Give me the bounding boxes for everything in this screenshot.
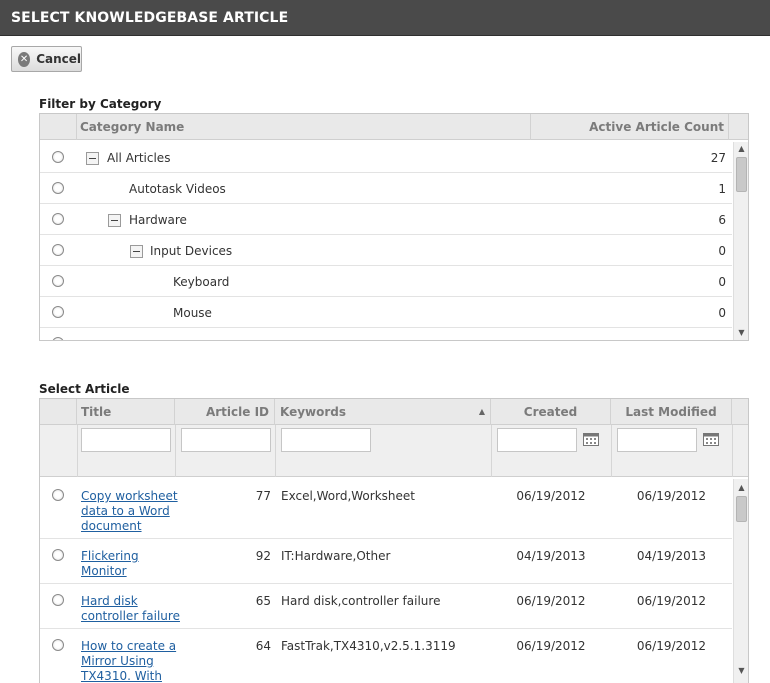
header-article-id[interactable]: Article ID <box>175 399 275 425</box>
article-row[interactable]: Flickering Monitor 92 IT:Hardware,Other 0… <box>40 539 732 584</box>
scroll-thumb[interactable] <box>736 157 747 192</box>
article-id: 77 <box>255 489 271 503</box>
article-grid-header: Title Article ID Keywords ▲ Created Last… <box>40 399 748 425</box>
cancel-button[interactable]: ✕ Cancel <box>11 46 82 72</box>
category-row[interactable]: Mouse 0 <box>40 297 732 328</box>
article-modified: 06/19/2012 <box>636 489 707 503</box>
article-row[interactable]: How to create a Mirror Using TX4310. With … <box>40 629 732 683</box>
article-created: 06/19/2012 <box>516 489 586 503</box>
category-row[interactable]: Hardware 6 <box>40 204 732 235</box>
category-row[interactable]: Keyboard 0 <box>40 266 732 297</box>
title-filter-input[interactable] <box>81 428 171 452</box>
collapse-icon[interactable] <box>108 214 121 227</box>
category-count: 27 <box>710 151 726 165</box>
header-title[interactable]: Title <box>77 399 175 425</box>
category-scrollbar[interactable]: ▲ ▼ <box>733 142 748 340</box>
article-radio[interactable] <box>52 489 64 501</box>
header-article-count[interactable]: Active Article Count <box>531 114 729 140</box>
article-id: 65 <box>255 594 271 608</box>
article-id-filter-input[interactable] <box>181 428 271 452</box>
article-keywords: Excel,Word,Worksheet <box>281 489 415 503</box>
header-select-column <box>40 399 77 425</box>
category-name: All Articles <box>107 151 171 165</box>
article-created: 06/19/2012 <box>516 639 586 653</box>
article-keywords: Hard disk,controller failure <box>281 594 441 608</box>
category-count: 0 <box>718 275 726 289</box>
category-name: Keyboard <box>173 275 230 289</box>
article-grid: Title Article ID Keywords ▲ Created Last… <box>39 398 749 683</box>
collapse-icon[interactable] <box>86 152 99 165</box>
header-select-column <box>40 114 77 140</box>
category-grid-header: Category Name Active Article Count <box>40 114 748 140</box>
header-last-modified[interactable]: Last Modified <box>611 399 732 425</box>
modified-calendar-icon[interactable] <box>703 432 719 446</box>
category-row[interactable]: Autotask Videos 1 <box>40 173 732 204</box>
created-calendar-icon[interactable] <box>583 432 599 446</box>
scroll-thumb[interactable] <box>736 496 747 522</box>
category-count: 0 <box>718 306 726 320</box>
article-keywords: IT:Hardware,Other <box>281 549 391 563</box>
category-row[interactable]: All Articles 27 <box>40 142 732 173</box>
category-section-label: Filter by Category <box>39 97 162 111</box>
article-radio[interactable] <box>52 639 64 651</box>
category-radio[interactable] <box>52 151 64 163</box>
category-radio[interactable] <box>52 275 64 287</box>
category-count: 1 <box>718 182 726 196</box>
category-name: Input Devices <box>150 244 233 258</box>
category-name: Hardware <box>129 213 187 227</box>
article-title[interactable]: Flickering Monitor <box>81 549 139 579</box>
category-radio[interactable] <box>52 306 64 318</box>
created-filter-input[interactable] <box>497 428 577 452</box>
category-grid: Category Name Active Article Count All A… <box>39 113 749 341</box>
article-title[interactable]: Copy worksheet data to a Word document <box>81 489 178 534</box>
article-section-label: Select Article <box>39 382 130 396</box>
category-radio[interactable] <box>52 244 64 256</box>
article-created: 04/19/2013 <box>516 549 586 563</box>
article-title-link[interactable]: Flickering Monitor <box>81 549 139 578</box>
article-id: 64 <box>255 639 271 653</box>
header-category-name[interactable]: Category Name <box>77 114 531 140</box>
article-id: 92 <box>255 549 271 563</box>
dialog-title: SELECT KNOWLEDGEBASE ARTICLE <box>11 10 289 26</box>
category-count: 0 <box>718 244 726 258</box>
header-created[interactable]: Created <box>491 399 611 425</box>
category-radio[interactable] <box>52 337 64 340</box>
sort-ascending-icon: ▲ <box>478 407 485 416</box>
article-radio[interactable] <box>52 594 64 606</box>
article-title-link[interactable]: Copy worksheet data to a Word document <box>81 489 178 533</box>
category-name: Mouse <box>173 306 212 320</box>
article-modified: 04/19/2013 <box>636 549 707 563</box>
article-row[interactable]: Hard disk controller failure 65 Hard disk… <box>40 584 732 629</box>
article-scrollbar[interactable]: ▲ ▼ <box>733 479 748 683</box>
article-title[interactable]: Hard disk controller failure <box>81 594 180 624</box>
category-radio[interactable] <box>52 213 64 225</box>
collapse-icon[interactable] <box>130 245 143 258</box>
keywords-filter-input[interactable] <box>281 428 371 452</box>
dialog-titlebar: SELECT KNOWLEDGEBASE ARTICLE <box>0 0 770 36</box>
article-created: 06/19/2012 <box>516 594 586 608</box>
article-filter-row <box>40 425 748 477</box>
article-row[interactable]: Copy worksheet data to a Word document 77 … <box>40 479 732 539</box>
article-title-link[interactable]: How to create a Mirror Using TX4310. With <box>81 639 176 683</box>
modified-filter-input[interactable] <box>617 428 697 452</box>
category-count: 6 <box>718 213 726 227</box>
article-title[interactable]: How to create a Mirror Using TX4310. With <box>81 639 176 683</box>
category-row-partial[interactable] <box>40 328 732 340</box>
category-row[interactable]: Input Devices 0 <box>40 235 732 266</box>
header-keywords[interactable]: Keywords ▲ <box>275 399 491 425</box>
category-name: Autotask Videos <box>129 182 226 196</box>
article-radio[interactable] <box>52 549 64 561</box>
scroll-down-icon[interactable]: ▼ <box>734 665 748 677</box>
scroll-up-icon[interactable]: ▲ <box>734 143 748 155</box>
article-title-link[interactable]: Hard disk controller failure <box>81 594 180 623</box>
article-keywords: FastTrak,TX4310,v2.5.1.3119 <box>281 639 456 653</box>
scroll-down-icon[interactable]: ▼ <box>734 327 748 339</box>
article-modified: 06/19/2012 <box>636 594 707 608</box>
article-modified: 06/19/2012 <box>636 639 707 653</box>
cancel-icon: ✕ <box>18 51 31 67</box>
category-radio[interactable] <box>52 182 64 194</box>
scroll-up-icon[interactable]: ▲ <box>734 482 748 494</box>
cancel-button-label: Cancel <box>36 52 81 66</box>
header-keywords-label: Keywords <box>280 405 347 419</box>
